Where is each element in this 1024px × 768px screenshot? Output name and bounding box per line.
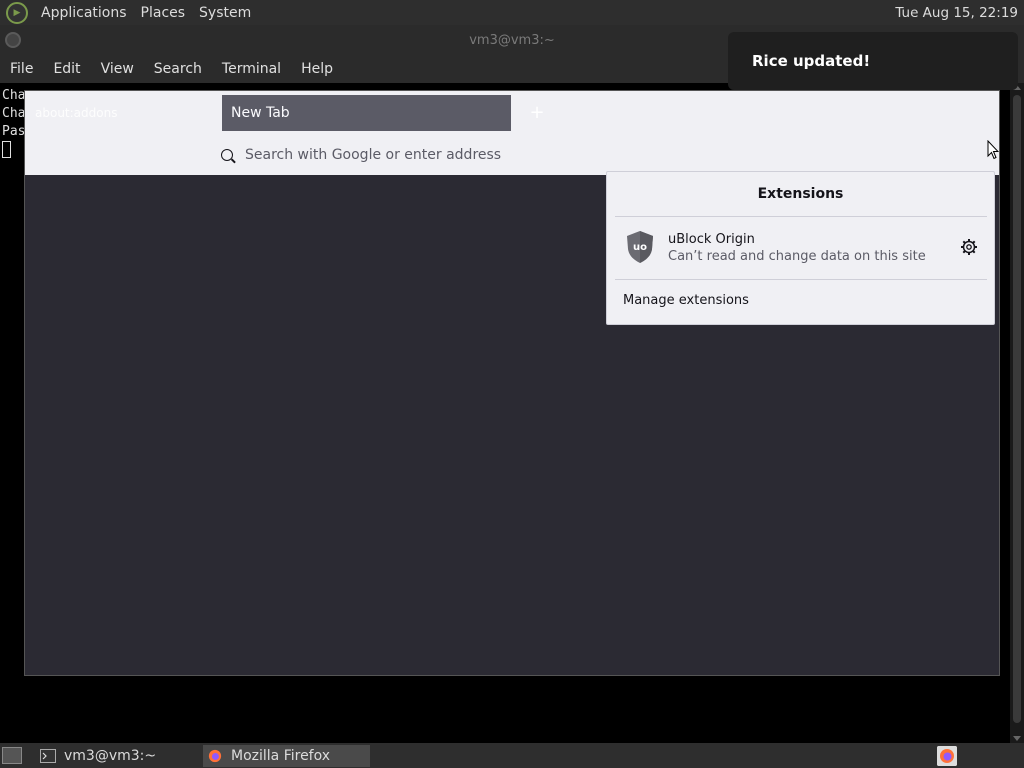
- firefox-tabbar: about:addons New Tab +: [25, 91, 999, 135]
- divider: [615, 279, 987, 280]
- url-bar[interactable]: Search with Google or enter address: [245, 147, 501, 163]
- places-menu[interactable]: Places: [134, 5, 193, 21]
- menu-search[interactable]: Search: [144, 61, 212, 77]
- menu-edit[interactable]: Edit: [43, 61, 90, 77]
- tab-title: New Tab: [231, 105, 290, 121]
- menu-help[interactable]: Help: [291, 61, 343, 77]
- menu-file[interactable]: File: [0, 61, 43, 77]
- tab-new-tab[interactable]: New Tab: [222, 95, 511, 131]
- extension-name: uBlock Origin: [668, 232, 755, 247]
- notification-toast[interactable]: Rice updated!: [728, 32, 1018, 90]
- terminal-icon: [40, 749, 56, 763]
- manage-extensions-link[interactable]: Manage extensions: [623, 293, 749, 308]
- search-icon: [221, 149, 233, 161]
- system-menu[interactable]: System: [192, 5, 258, 21]
- terminal-title: vm3@vm3:~: [469, 32, 555, 48]
- firefox-navbar: Search with Google or enter address: [25, 135, 999, 175]
- menu-view[interactable]: View: [91, 61, 144, 77]
- notification-text: Rice updated!: [752, 52, 871, 70]
- window-menu-icon[interactable]: [5, 32, 21, 48]
- taskbar-item-terminal[interactable]: vm3@vm3:~: [36, 745, 201, 767]
- divider: [615, 216, 987, 217]
- extensions-panel: Extensions uo uBlock Origin Can’t read a…: [606, 171, 995, 325]
- scrollbar-thumb[interactable]: [1013, 95, 1021, 723]
- show-desktop-icon[interactable]: [2, 747, 22, 764]
- extension-item-ublock[interactable]: uo uBlock Origin Can’t read and change d…: [615, 222, 987, 278]
- new-tab-button[interactable]: +: [525, 101, 549, 125]
- mouse-pointer-icon: [987, 140, 999, 160]
- taskbar-label: vm3@vm3:~: [64, 748, 157, 764]
- clock[interactable]: Tue Aug 15, 22:19: [895, 5, 1018, 21]
- gear-icon[interactable]: [960, 238, 978, 256]
- mate-logo-icon[interactable]: ▶: [6, 1, 28, 24]
- firefox-tray-icon[interactable]: [937, 746, 957, 766]
- extensions-panel-title: Extensions: [757, 186, 844, 202]
- terminal-scrollbar[interactable]: [1010, 83, 1024, 743]
- taskbar-label: Mozilla Firefox: [231, 748, 331, 764]
- firefox-icon: [208, 749, 222, 763]
- bottom-panel: vm3@vm3:~ Mozilla Firefox: [0, 743, 1024, 768]
- ublock-origin-shield-icon: uo: [627, 231, 653, 263]
- extension-description: Can’t read and change data on this site: [668, 249, 926, 264]
- menu-terminal[interactable]: Terminal: [212, 61, 291, 77]
- applications-menu[interactable]: Applications: [34, 5, 134, 21]
- tabbar-ghost-text: about:addons: [35, 106, 118, 120]
- scroll-down-icon[interactable]: [1013, 736, 1021, 741]
- svg-text:uo: uo: [633, 242, 647, 253]
- top-panel: ▶ Applications Places System Tue Aug 15,…: [0, 0, 1024, 25]
- taskbar-item-firefox[interactable]: Mozilla Firefox: [203, 745, 370, 767]
- terminal-cursor: [2, 141, 11, 158]
